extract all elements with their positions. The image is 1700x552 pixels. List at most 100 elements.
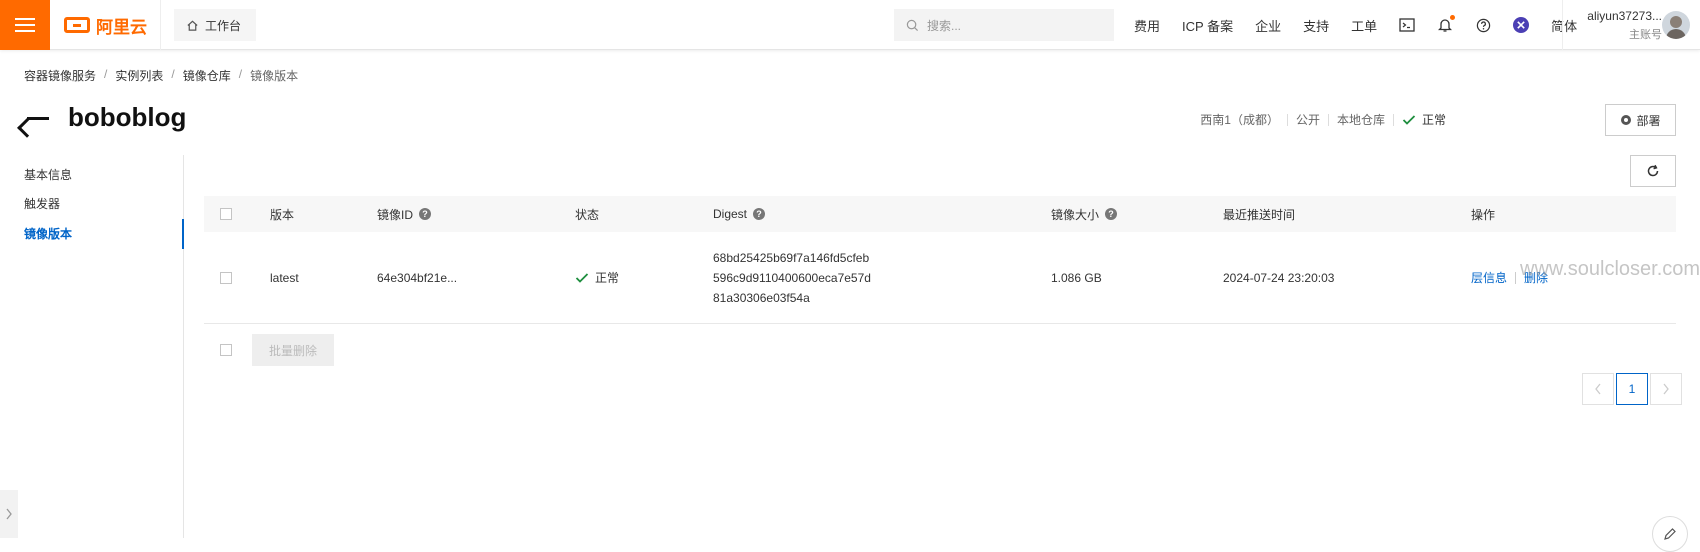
repo-status-text: 正常 [1421, 113, 1446, 127]
table-header: 版本 镜像ID ? 状态 Digest ? 镜像大小 ? 最近推送时间 操作 [204, 196, 1676, 232]
batch-select-checkbox[interactable] [220, 344, 232, 356]
deploy-label: 部署 [1636, 113, 1661, 128]
feedback-edit-button[interactable] [1652, 516, 1688, 552]
page-header: boboblog [24, 102, 186, 133]
header-status-label: 状态 [575, 207, 600, 222]
header-status: 状态 [575, 196, 599, 232]
status-value: 正常 [595, 271, 620, 285]
help-icon[interactable]: ? [1105, 208, 1118, 220]
repo-type: 本地仓库 [1336, 113, 1385, 127]
search-input[interactable]: 搜索... [894, 9, 1114, 41]
check-icon [1402, 114, 1416, 125]
meta-divider [1327, 113, 1329, 126]
user-account-menu[interactable]: aliyun37273... 主账号 [1572, 9, 1662, 42]
watermark: www.soulcloser.com [1520, 258, 1700, 280]
cell-pushed: 2024-07-24 23:20:03 [1223, 232, 1334, 323]
breadcrumb-current: 镜像版本 [250, 69, 299, 83]
next-page-button[interactable] [1650, 373, 1682, 405]
breadcrumb-link[interactable]: 镜像仓库 [183, 67, 231, 84]
batch-actions: 批量删除 [204, 334, 334, 366]
nav-ticket[interactable]: 工单 [1351, 16, 1377, 35]
sidebar-expand-button[interactable] [0, 490, 18, 538]
side-nav: 基本信息 触发器 镜像版本 [0, 155, 184, 538]
select-all-checkbox[interactable] [220, 208, 232, 220]
nav-billing[interactable]: 费用 [1134, 16, 1160, 35]
cell-version: latest [270, 232, 299, 323]
header-image-id: 镜像ID ? [377, 196, 432, 232]
breadcrumb: 容器镜像服务 / 实例列表 / 镜像仓库 / 镜像版本 [24, 67, 298, 84]
bell-icon[interactable] [1437, 15, 1456, 33]
notification-dot [1450, 15, 1456, 20]
prev-page-button[interactable] [1582, 373, 1614, 405]
header-ops-label: 操作 [1471, 207, 1496, 222]
menu-bar-line [15, 30, 35, 32]
version-value: latest [270, 270, 299, 285]
row-select-cell [220, 232, 232, 323]
image-id-value: 64e304bf21e... [377, 270, 458, 285]
meta-divider [1286, 113, 1288, 126]
sidebar-item-triggers[interactable]: 触发器 [24, 195, 60, 212]
back-arrow-icon[interactable] [24, 107, 50, 129]
workbench-button[interactable]: 工作台 [174, 9, 256, 41]
menu-bar-line [15, 24, 35, 26]
user-role: 主账号 [1629, 29, 1662, 41]
help-icon[interactable]: ? [419, 208, 432, 220]
cell-digest: 68bd25425b69f7a146fd5cfeb 596c9d91104006… [713, 232, 871, 323]
breadcrumb-link[interactable]: 容器镜像服务 [24, 67, 96, 84]
active-indicator [182, 219, 184, 249]
help-icon[interactable]: ? [753, 208, 766, 220]
breadcrumb-link[interactable]: 实例列表 [115, 67, 163, 84]
page-title: boboblog [68, 102, 187, 132]
avatar[interactable] [1662, 11, 1690, 39]
meta-divider [1392, 113, 1394, 126]
search-icon [906, 19, 919, 31]
digest-line: 68bd25425b69f7a146fd5cfeb [713, 250, 870, 265]
header-ops: 操作 [1471, 196, 1495, 232]
nav-support[interactable]: 支持 [1303, 16, 1329, 35]
cell-size: 1.086 GB [1051, 232, 1102, 323]
chevron-left-icon [1595, 383, 1601, 395]
deploy-button[interactable]: 部署 [1605, 104, 1676, 136]
chevron-right-icon [1663, 383, 1669, 395]
search-placeholder: 搜索... [927, 18, 962, 33]
digest-line: 596c9d9110400600eca7e57d [713, 270, 871, 285]
divider [1562, 0, 1563, 50]
layer-info-link[interactable]: 层信息 [1471, 269, 1507, 286]
pushed-value: 2024-07-24 23:20:03 [1223, 270, 1335, 285]
sidebar-item-basic-info[interactable]: 基本信息 [24, 166, 72, 183]
size-value: 1.086 GB [1051, 270, 1102, 285]
top-nav-links: 费用 ICP 备案 企业 支持 工单 简体 [1134, 0, 1599, 50]
breadcrumb-separator: / [238, 67, 243, 81]
cell-status: 正常 [575, 232, 619, 323]
repo-status: 正常 [1402, 111, 1446, 128]
header-image-id-label: 镜像ID [377, 207, 414, 222]
cell-image-id: 64e304bf21e... [377, 232, 457, 323]
pagination: 1 [1582, 373, 1682, 405]
hamburger-menu-button[interactable] [0, 0, 50, 50]
batch-delete-button[interactable]: 批量删除 [252, 334, 334, 366]
help-circle-icon[interactable] [1475, 17, 1491, 33]
breadcrumb-separator: / [104, 67, 108, 81]
digest-line: 81a30306e03f54a [713, 290, 810, 305]
sidebar-item-image-versions[interactable]: 镜像版本 [24, 225, 72, 242]
nav-enterprise[interactable]: 企业 [1255, 16, 1281, 35]
chevron-right-icon [6, 508, 12, 520]
row-checkbox[interactable] [220, 271, 232, 284]
kubernetes-icon [1621, 115, 1632, 125]
user-name: aliyun37273... [1587, 9, 1662, 23]
aliyun-logo[interactable]: 阿里云 [64, 14, 147, 37]
tongyi-app-icon[interactable] [1513, 17, 1530, 33]
header-size: 镜像大小 ? [1051, 196, 1118, 232]
repo-region: 西南1（成都） [1200, 113, 1279, 127]
terminal-icon[interactable] [1399, 17, 1415, 33]
breadcrumb-separator: / [171, 67, 175, 81]
refresh-button[interactable] [1630, 155, 1676, 187]
page-number-button[interactable]: 1 [1616, 373, 1648, 405]
header-version-label: 版本 [270, 207, 295, 222]
refresh-icon [1647, 164, 1659, 177]
check-icon [575, 272, 589, 283]
nav-icp[interactable]: ICP 备案 [1182, 16, 1233, 35]
table-row: latest 64e304bf21e... 正常 68bd25425b69f7a… [204, 232, 1676, 324]
ops-divider [1515, 271, 1517, 284]
workbench-label: 工作台 [205, 18, 242, 33]
